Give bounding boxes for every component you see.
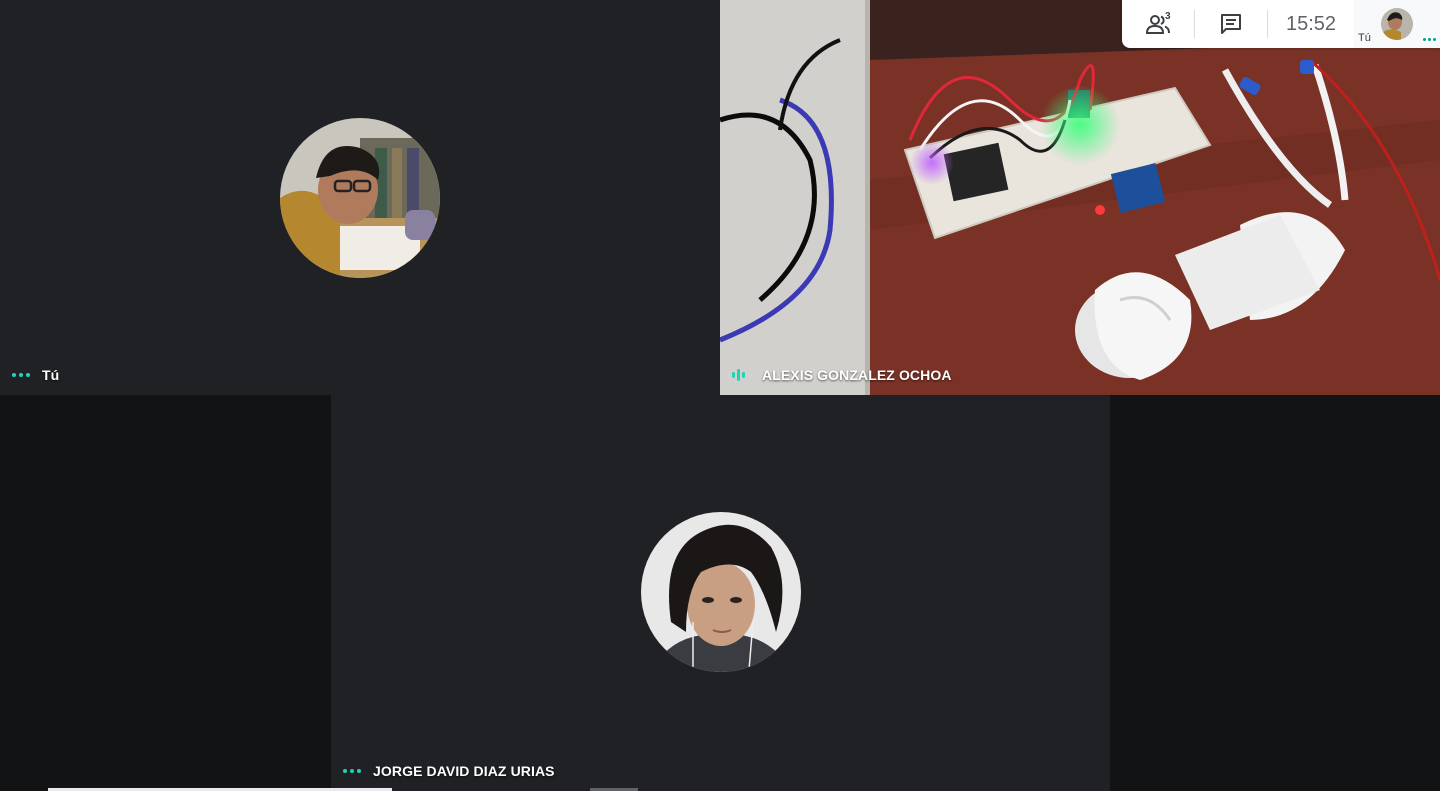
more-dots-icon: [343, 769, 361, 773]
self-name-tag: Tú: [12, 367, 59, 383]
jorge-name-tag: JORGE DAVID DIAZ URIAS: [343, 763, 555, 779]
more-dots-icon[interactable]: [1423, 38, 1436, 41]
self-preview-label: Tú: [1358, 32, 1371, 44]
self-preview[interactable]: Tú: [1354, 0, 1440, 48]
self-name: Tú: [42, 367, 60, 383]
jorge-name: JORGE DAVID DIAZ URIAS: [373, 763, 555, 779]
self-avatar: [280, 118, 440, 278]
video-feed-circuit: [720, 0, 1440, 395]
meeting-topbar: 3 15:52 Tú: [1122, 0, 1440, 48]
empty-area-left: [0, 395, 331, 791]
jorge-avatar: [641, 512, 801, 672]
presenter-name: ALEXIS GONZALEZ OCHOA: [762, 367, 952, 383]
presenter-name-tag: ALEXIS GONZALEZ OCHOA: [732, 367, 952, 383]
meeting-clock: 15:52: [1285, 12, 1337, 35]
more-dots-icon: [12, 373, 30, 377]
self-preview-avatar: [1381, 8, 1413, 40]
participant-tile-self[interactable]: Tú: [0, 0, 720, 395]
participants-count: 3: [1165, 11, 1171, 22]
audio-level-icon: [732, 369, 750, 381]
chat-icon: [1221, 14, 1241, 34]
participants-button[interactable]: 3: [1122, 0, 1194, 48]
empty-area-right: [1110, 395, 1440, 791]
chat-button[interactable]: [1195, 0, 1267, 48]
participant-tile-alexis[interactable]: ALEXIS GONZALEZ OCHOA: [720, 0, 1440, 395]
participant-tile-jorge[interactable]: JORGE DAVID DIAZ URIAS: [331, 395, 1110, 791]
